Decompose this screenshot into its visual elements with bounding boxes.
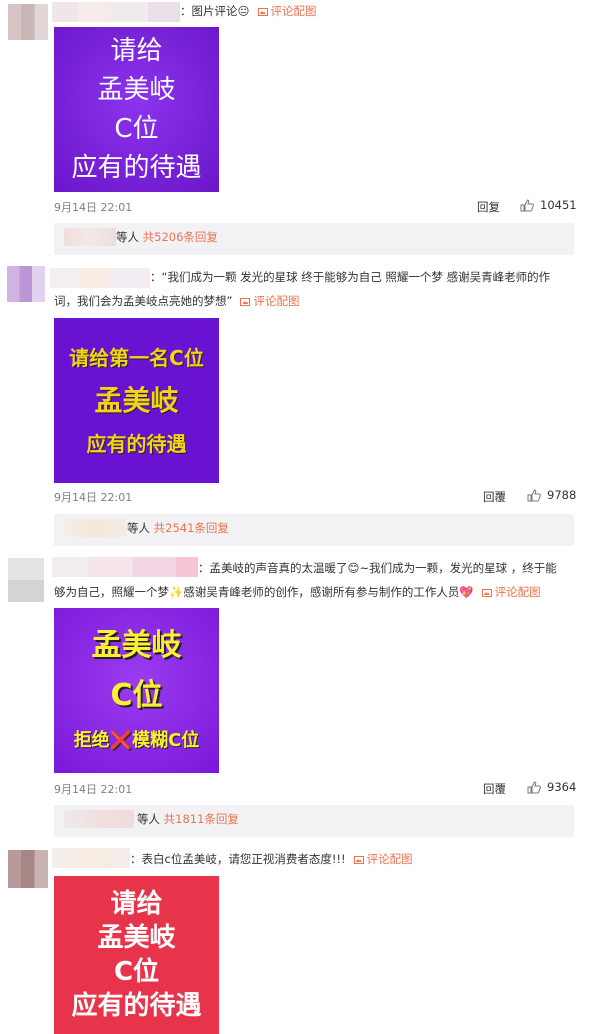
image-text-line: C位 xyxy=(114,113,159,144)
username[interactable] xyxy=(52,848,130,868)
like-count: 9788 xyxy=(547,488,577,502)
comment-image[interactable]: 请给第一名C位 孟美岐 应有的待遇 xyxy=(54,318,219,483)
image-text-line: C位 xyxy=(110,677,163,713)
reply-summary-text: 等人 共1811条回复 xyxy=(137,811,239,827)
comment-body-line2: 词，我们会为孟美岐点亮她的梦想” xyxy=(54,294,233,308)
reply-count-link[interactable]: 共5206条回复 xyxy=(143,230,218,244)
comment-body-line1: ：“我们成为一颗 发光的星球 终于能够为自己 照耀一个梦 感谢吴青峰老师的作 xyxy=(150,270,551,284)
like-count: 10451 xyxy=(540,198,577,212)
reply-button[interactable]: 回覆 xyxy=(483,489,506,505)
reply-summary-bar[interactable]: 等人 共1811条回复 xyxy=(54,805,574,837)
reply-count-link[interactable]: 共1811条回复 xyxy=(164,812,239,826)
like-count: 9364 xyxy=(547,780,577,794)
reply-summary-text: 等人 共5206条回复 xyxy=(116,229,218,245)
username[interactable] xyxy=(50,268,150,288)
thumbs-up-icon xyxy=(527,780,541,793)
image-text-line: 孟美岐 xyxy=(94,383,179,417)
like-button[interactable]: 10451 xyxy=(520,198,577,212)
username[interactable] xyxy=(52,2,180,22)
reply-summary-prefix: 等人 xyxy=(127,521,150,535)
comment-text: ：表白c位孟美岐，请您正视消费者态度!!! 评论配图 xyxy=(130,848,413,871)
image-text-line: 应有的待遇 xyxy=(71,152,202,183)
avatar[interactable] xyxy=(8,558,44,602)
avatar[interactable] xyxy=(8,850,48,888)
comment-image[interactable]: 孟美岐 C位 拒绝❌模糊C位 xyxy=(54,608,219,773)
comment-body: ：表白c位孟美岐，请您正视消费者态度!!! xyxy=(130,852,346,866)
thumbs-up-icon xyxy=(527,488,541,501)
like-button[interactable]: 9788 xyxy=(527,488,576,502)
reply-summary-bar[interactable]: 等人 共5206条回复 xyxy=(54,223,574,255)
image-text-line: 拒绝❌模糊C位 xyxy=(73,729,200,751)
picture-icon xyxy=(240,298,251,306)
avatar[interactable] xyxy=(7,266,45,302)
avatar[interactable] xyxy=(8,4,48,40)
comment-text: 词，我们会为孟美岐点亮她的梦想” 评论配图 xyxy=(54,290,299,313)
reply-summary-prefix: 等人 xyxy=(137,812,160,826)
username[interactable] xyxy=(52,557,198,577)
reply-button[interactable]: 回覆 xyxy=(483,781,506,797)
image-text-line: 请给 xyxy=(110,35,163,66)
like-button[interactable]: 9364 xyxy=(527,780,576,794)
picture-icon xyxy=(481,589,492,597)
reply-count-link[interactable]: 共2541条回复 xyxy=(154,521,229,535)
image-text-line: C位 xyxy=(113,957,160,987)
view-comment-image-link[interactable]: 评论配图 xyxy=(495,585,541,599)
timestamp: 9月14日 22:01 xyxy=(54,201,133,214)
reply-summary-prefix: 等人 xyxy=(116,230,139,244)
comment-body-line1: ：孟美岐的声音真的太温暖了😊~我们成为一颗，发光的星球 ，终于能 xyxy=(198,561,557,575)
comment-body-line2: 够为自己，照耀一个梦✨感谢吴青峰老师的创作，感谢所有参与制作的工作人员💖 xyxy=(54,585,474,599)
timestamp: 9月14日 22:01 xyxy=(54,491,133,504)
image-text-line: 请给第一名C位 xyxy=(69,345,204,370)
comment-image[interactable]: 请给 孟美岐 C位 应有的待遇 xyxy=(54,876,219,1034)
reply-summary-bar[interactable]: 等人 共2541条回复 xyxy=(54,514,574,546)
reply-button[interactable]: 回复 xyxy=(477,199,500,215)
image-text-line: 孟美岐 xyxy=(91,627,182,663)
timestamp: 9月14日 22:01 xyxy=(54,783,133,796)
image-text-line: 应有的待遇 xyxy=(86,431,187,456)
comment-text: ：图片评论😐 评论配图 xyxy=(180,0,317,23)
comment-image[interactable]: 请给 孟美岐 C位 应有的待遇 xyxy=(54,27,219,192)
comment-text: ：“我们成为一颗 发光的星球 终于能够为自己 照耀一个梦 感谢吴青峰老师的作 xyxy=(150,266,550,289)
view-comment-image-link[interactable]: 评论配图 xyxy=(271,4,317,18)
reply-usernames xyxy=(64,810,134,828)
image-text-line: 孟美岐 xyxy=(97,923,176,953)
comment-body: ：图片评论😐 xyxy=(180,4,250,18)
reply-usernames xyxy=(64,519,126,537)
comment-text: 够为自己，照耀一个梦✨感谢吴青峰老师的创作，感谢所有参与制作的工作人员💖 评论配图 xyxy=(54,581,541,604)
image-text-line: 孟美岐 xyxy=(97,74,176,105)
view-comment-image-link[interactable]: 评论配图 xyxy=(253,294,299,308)
picture-icon xyxy=(257,8,268,16)
image-text-line: 请给 xyxy=(110,889,163,919)
reply-summary-text: 等人 共2541条回复 xyxy=(127,520,229,536)
reply-usernames xyxy=(64,228,116,246)
comment-text: ：孟美岐的声音真的太温暖了😊~我们成为一颗，发光的星球 ，终于能 xyxy=(198,557,557,580)
image-text-line: 应有的待遇 xyxy=(71,991,202,1021)
view-comment-image-link[interactable]: 评论配图 xyxy=(367,852,413,866)
picture-icon xyxy=(353,856,364,864)
thumbs-up-icon xyxy=(520,198,534,211)
